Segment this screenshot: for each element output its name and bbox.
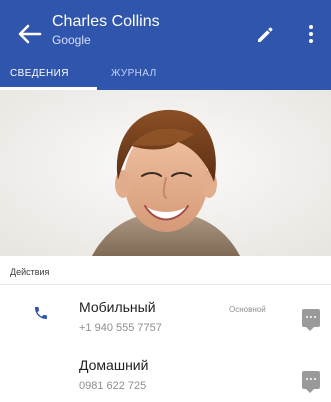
- primary-badge: Основной: [229, 305, 266, 314]
- section-title: Действия: [10, 267, 50, 277]
- phone-number: 0981 622 725: [79, 380, 147, 392]
- back-arrow-icon[interactable]: [18, 24, 42, 44]
- actions-section-header: Действия: [0, 256, 331, 285]
- tab-bar: СВЕДЕНИЯ ЖУРНАЛ: [0, 62, 331, 90]
- message-icon[interactable]: [302, 371, 320, 393]
- contact-photo: [0, 90, 331, 256]
- phone-number: +1 940 555 7757: [79, 322, 162, 334]
- contact-name: Charles Collins: [52, 13, 160, 30]
- phone-icon: [33, 305, 49, 321]
- message-icon-dots: [306, 378, 316, 382]
- more-vertical-icon[interactable]: [306, 22, 316, 46]
- message-icon[interactable]: [302, 309, 320, 331]
- contact-account: Google: [52, 33, 91, 47]
- pencil-icon[interactable]: [254, 24, 274, 44]
- tab-history[interactable]: ЖУРНАЛ: [111, 68, 157, 79]
- tab-details[interactable]: СВЕДЕНИЯ: [10, 68, 69, 79]
- phone-type-label: Мобильный: [79, 299, 156, 315]
- message-icon-dots: [306, 316, 316, 320]
- phone-row-mobile[interactable]: Мобильный +1 940 555 7757 Основной: [0, 285, 331, 343]
- app-bar: Charles Collins Google: [0, 0, 331, 62]
- phone-row-home[interactable]: Домашний 0981 622 725: [0, 343, 331, 402]
- phone-type-label: Домашний: [79, 357, 149, 373]
